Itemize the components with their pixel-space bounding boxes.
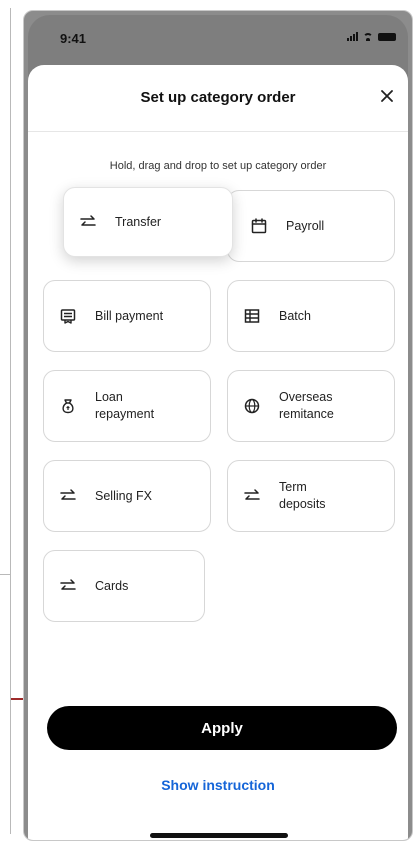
category-label: Payroll bbox=[286, 218, 325, 233]
category-tile-bill-payment[interactable]: Bill payment bbox=[43, 280, 211, 352]
category-label: Batch bbox=[279, 308, 311, 323]
sheet-header: Set up category order bbox=[28, 65, 408, 132]
close-icon[interactable] bbox=[376, 85, 398, 107]
category-tile-cards[interactable]: Cards bbox=[43, 550, 205, 622]
category-order-sheet: Set up category order Hold, drag and dro… bbox=[28, 65, 408, 840]
status-icons bbox=[347, 32, 396, 41]
left-frame bbox=[0, 8, 11, 834]
apply-button[interactable]: Apply bbox=[47, 706, 397, 750]
transfer-arrows-icon bbox=[60, 489, 76, 500]
category-label: Loan repayment bbox=[95, 390, 155, 421]
category-tile-batch[interactable]: Batch bbox=[227, 280, 395, 352]
category-tile-selling-fx[interactable]: Selling FX bbox=[43, 460, 211, 532]
category-label: Cards bbox=[95, 578, 129, 593]
transfer-arrows-icon bbox=[80, 215, 96, 226]
category-label: Bill payment bbox=[95, 308, 164, 323]
money-bag-icon bbox=[62, 399, 74, 414]
category-label: Term deposits bbox=[279, 480, 326, 511]
category-tile-transfer[interactable]: Transfer bbox=[63, 187, 233, 257]
category-tile-loan-repayment[interactable]: Loan repayment bbox=[43, 370, 211, 442]
phone-screen: 9:41 Set up category order Hold, drag an… bbox=[28, 15, 408, 840]
calendar-icon bbox=[251, 218, 267, 234]
category-label: Selling FX bbox=[95, 488, 152, 503]
home-indicator bbox=[150, 833, 288, 838]
signal-icon bbox=[347, 32, 358, 41]
category-label: Overseas remitance bbox=[279, 390, 334, 421]
transfer-arrows-icon bbox=[244, 489, 260, 500]
category-tile-payroll[interactable]: Payroll bbox=[227, 190, 395, 262]
category-tile-term-deposits[interactable]: Term deposits bbox=[227, 460, 395, 532]
category-tile-overseas-remittance[interactable]: Overseas remitance bbox=[227, 370, 395, 442]
status-time: 9:41 bbox=[60, 31, 87, 46]
table-icon bbox=[244, 309, 260, 323]
receipt-icon bbox=[60, 309, 76, 324]
instruction-text: Hold, drag and drop to set up category o… bbox=[109, 160, 327, 172]
sheet-title: Set up category order bbox=[140, 89, 296, 106]
status-bar: 9:41 bbox=[28, 15, 408, 55]
transfer-arrows-icon bbox=[60, 579, 76, 590]
frame-divider bbox=[0, 574, 11, 575]
globe-icon bbox=[244, 398, 260, 414]
show-instruction-link[interactable]: Show instruction bbox=[28, 777, 408, 793]
category-label: Transfer bbox=[115, 214, 162, 229]
wifi-icon bbox=[363, 32, 373, 41]
battery-icon bbox=[378, 32, 396, 41]
phone-frame: 9:41 Set up category order Hold, drag an… bbox=[23, 10, 413, 841]
